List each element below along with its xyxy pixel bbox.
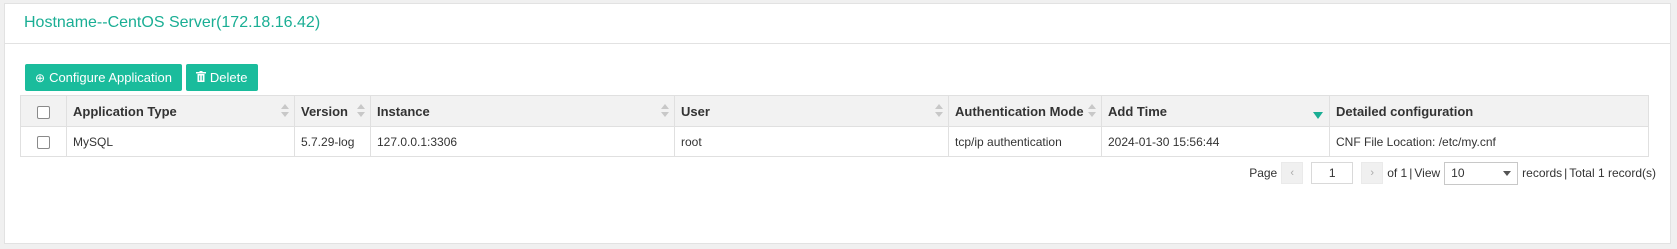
toolbar: ⊕ Configure Application Delete xyxy=(25,64,258,91)
sort-icon xyxy=(1088,104,1096,118)
cell-authentication-mode: tcp/ip authentication xyxy=(948,126,1102,157)
separator: | xyxy=(1564,166,1568,180)
row-select-cell xyxy=(20,126,67,157)
table-row[interactable]: MySQL 5.7.29-log 127.0.0.1:3306 root tcp… xyxy=(20,126,1649,157)
delete-button[interactable]: Delete xyxy=(185,64,258,91)
next-page-button[interactable]: › xyxy=(1361,162,1384,184)
trash-icon xyxy=(195,71,206,84)
page-size-select[interactable]: 10 xyxy=(1444,161,1519,185)
select-all-cell xyxy=(20,95,67,127)
cell-user: root xyxy=(674,126,949,157)
page-size-value: 10 xyxy=(1451,166,1465,180)
column-header-application-type[interactable]: Application Type xyxy=(66,95,295,127)
prev-page-button[interactable]: ‹ xyxy=(1281,162,1304,184)
delete-label: Delete xyxy=(209,70,248,85)
cell-add-time: 2024-01-30 15:56:44 xyxy=(1101,126,1330,157)
column-header-authentication-mode[interactable]: Authentication Mode xyxy=(948,95,1102,127)
page-count-label: of 1 xyxy=(1387,166,1408,180)
view-label: View xyxy=(1414,166,1441,180)
panel-title: Hostname--CentOS Server(172.18.16.42) xyxy=(5,4,1670,44)
column-header-instance[interactable]: Instance xyxy=(370,95,675,127)
page-number-input[interactable] xyxy=(1311,162,1354,184)
cell-instance: 127.0.0.1:3306 xyxy=(370,126,675,157)
pagination: Page ‹ › of 1 | View 10 records | Total … xyxy=(1249,160,1656,186)
sort-icon xyxy=(281,104,289,118)
configure-application-label: Configure Application xyxy=(49,70,172,85)
chevron-down-icon xyxy=(1503,170,1512,176)
sort-desc-icon xyxy=(1313,112,1323,119)
row-checkbox[interactable] xyxy=(37,135,50,149)
application-table: Application Type Version Instance User A… xyxy=(20,95,1649,157)
select-all-checkbox[interactable] xyxy=(37,105,50,119)
column-header-detailed-configuration: Detailed configuration xyxy=(1329,95,1649,127)
page-label: Page xyxy=(1249,166,1278,180)
cell-application-type: MySQL xyxy=(66,126,295,157)
plus-circle-icon: ⊕ xyxy=(35,70,46,85)
cell-detailed-configuration: CNF File Location: /etc/my.cnf xyxy=(1329,126,1649,157)
records-label: records xyxy=(1522,166,1563,180)
total-records-label: Total 1 record(s) xyxy=(1569,166,1656,180)
column-header-version[interactable]: Version xyxy=(294,95,371,127)
separator: | xyxy=(1409,166,1413,180)
table-header-row: Application Type Version Instance User A… xyxy=(20,95,1649,127)
column-header-user[interactable]: User xyxy=(674,95,949,127)
column-header-add-time[interactable]: Add Time xyxy=(1101,95,1330,127)
sort-icon xyxy=(357,104,365,118)
configure-application-button[interactable]: ⊕ Configure Application xyxy=(25,64,182,91)
sort-icon xyxy=(661,104,669,118)
sort-icon xyxy=(935,104,943,118)
cell-version: 5.7.29-log xyxy=(294,126,371,157)
